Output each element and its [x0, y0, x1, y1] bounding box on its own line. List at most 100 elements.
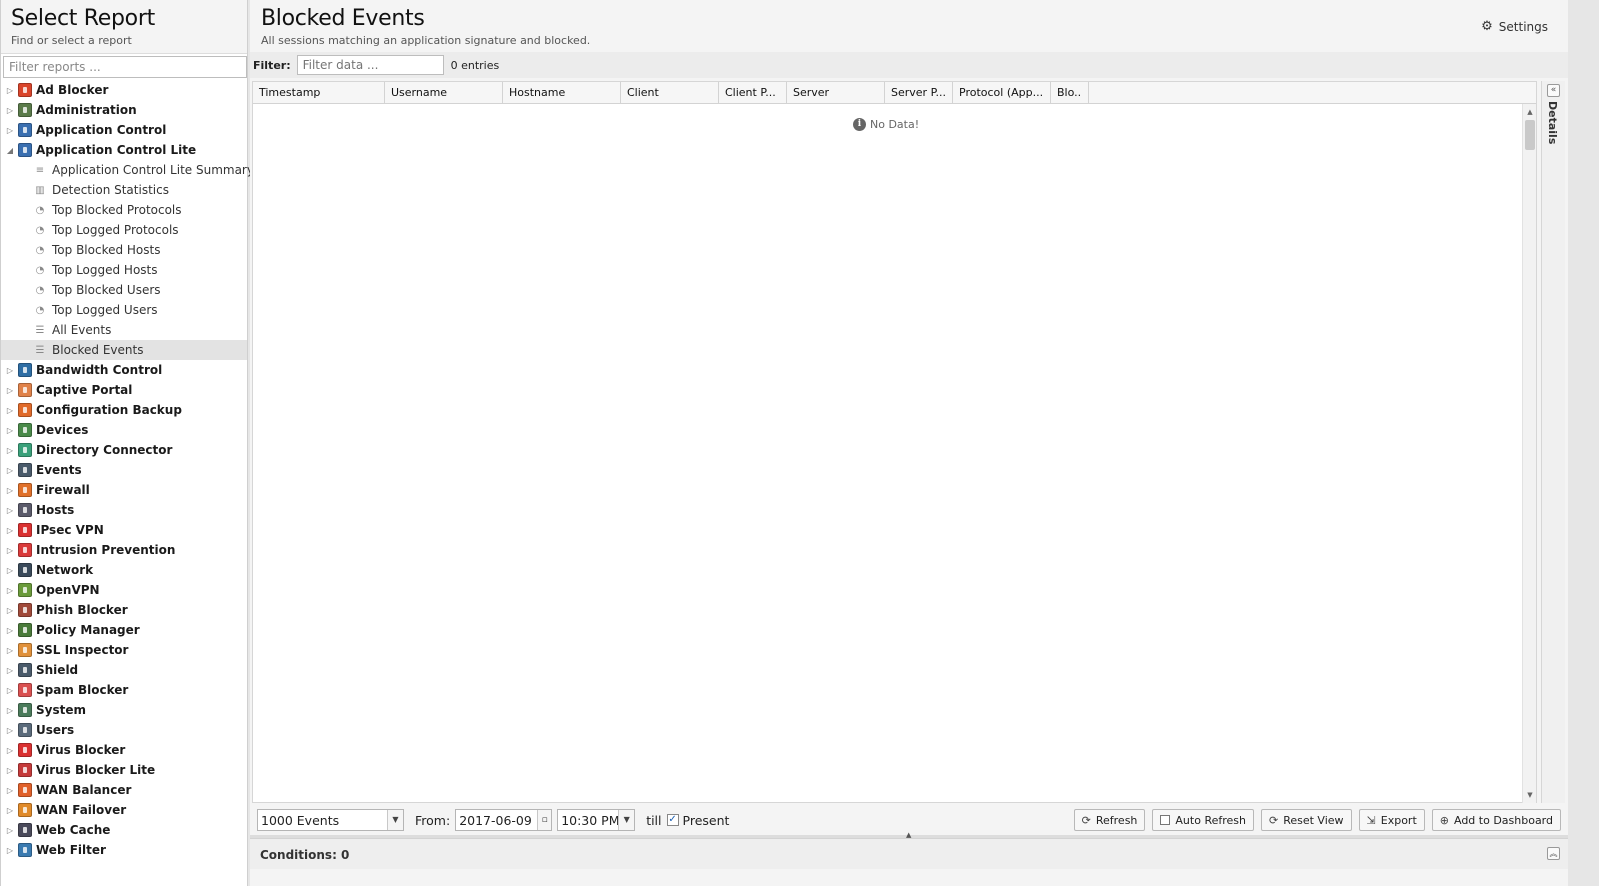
tree-app-events[interactable]: ▷ Events	[1, 460, 247, 480]
collapsed-triangle-icon[interactable]: ▷	[5, 366, 15, 375]
collapsed-triangle-icon[interactable]: ▷	[5, 406, 15, 415]
export-button[interactable]: ⇲ Export	[1358, 809, 1425, 831]
tree-app-spam-blocker[interactable]: ▷ Spam Blocker	[1, 680, 247, 700]
event-limit-select[interactable]: 1000 Events ▼	[257, 809, 404, 831]
from-time-field[interactable]: 10:30 PM ▼	[557, 809, 636, 831]
tree-report-detection-statistics[interactable]: ▥ Detection Statistics	[1, 180, 247, 200]
expand-details-icon[interactable]: «	[1547, 84, 1560, 97]
auto-refresh-button[interactable]: Auto Refresh	[1152, 809, 1254, 831]
tree-app-application-control[interactable]: ▷ Application Control	[1, 120, 247, 140]
collapsed-triangle-icon[interactable]: ▷	[5, 486, 15, 495]
collapsed-triangle-icon[interactable]: ▷	[5, 746, 15, 755]
tree-app-openvpn[interactable]: ▷ OpenVPN	[1, 580, 247, 600]
tree-app-directory-connector[interactable]: ▷ Directory Connector	[1, 440, 247, 460]
add-to-dashboard-button[interactable]: ⊕ Add to Dashboard	[1431, 809, 1561, 831]
present-checkbox[interactable]: ✓ Present	[666, 813, 729, 828]
tree-app-wan-balancer[interactable]: ▷ WAN Balancer	[1, 780, 247, 800]
tree-app-administration[interactable]: ▷ Administration	[1, 100, 247, 120]
chevron-down-icon[interactable]: ▼	[618, 810, 635, 830]
collapsed-triangle-icon[interactable]: ▷	[5, 446, 15, 455]
collapsed-triangle-icon[interactable]: ▷	[5, 766, 15, 775]
grid-body[interactable]: i No Data! ▲ ▼	[253, 104, 1536, 803]
settings-button[interactable]: ⚙ Settings	[1481, 19, 1548, 34]
tree-app-ipsec-vpn[interactable]: ▷ IPsec VPN	[1, 520, 247, 540]
collapsed-triangle-icon[interactable]: ▷	[5, 606, 15, 615]
details-panel-collapsed[interactable]: « Details	[1541, 81, 1565, 803]
scroll-thumb[interactable]	[1525, 120, 1535, 150]
tree-app-ad-blocker[interactable]: ▷ Ad Blocker	[1, 80, 247, 100]
calendar-icon[interactable]: ▫	[537, 810, 552, 830]
collapsed-triangle-icon[interactable]: ▷	[5, 726, 15, 735]
tree-app-wan-failover[interactable]: ▷ WAN Failover	[1, 800, 247, 820]
column-header[interactable]: Hostname	[503, 82, 621, 104]
collapsed-triangle-icon[interactable]: ▷	[5, 426, 15, 435]
tree-app-network[interactable]: ▷ Network	[1, 560, 247, 580]
tree-app-bandwidth-control[interactable]: ▷ Bandwidth Control	[1, 360, 247, 380]
collapsed-triangle-icon[interactable]: ▷	[5, 846, 15, 855]
tree-report-top-logged-users[interactable]: ◔ Top Logged Users	[1, 300, 247, 320]
tree-report-top-blocked-protocols[interactable]: ◔ Top Blocked Protocols	[1, 200, 247, 220]
collapsed-triangle-icon[interactable]: ▷	[5, 706, 15, 715]
collapsed-triangle-icon[interactable]: ▷	[5, 466, 15, 475]
tree-app-virus-blocker[interactable]: ▷ Virus Blocker	[1, 740, 247, 760]
tree-report-all-events[interactable]: ☰ All Events	[1, 320, 247, 340]
tree-report-blocked-events[interactable]: ☰ Blocked Events	[1, 340, 247, 360]
checkbox-checked-icon[interactable]: ✓	[666, 814, 679, 826]
tree-app-intrusion-prevention[interactable]: ▷ Intrusion Prevention	[1, 540, 247, 560]
tree-app-devices[interactable]: ▷ Devices	[1, 420, 247, 440]
collapsed-triangle-icon[interactable]: ▷	[5, 506, 15, 515]
collapsed-triangle-icon[interactable]: ▷	[5, 546, 15, 555]
column-header[interactable]: Timestamp	[253, 82, 385, 104]
collapsed-triangle-icon[interactable]: ▷	[5, 386, 15, 395]
collapsed-triangle-icon[interactable]: ▷	[5, 626, 15, 635]
column-header[interactable]: Client P...	[719, 82, 787, 104]
tree-app-phish-blocker[interactable]: ▷ Phish Blocker	[1, 600, 247, 620]
collapsed-triangle-icon[interactable]: ▷	[5, 86, 15, 95]
tree-app-ssl-inspector[interactable]: ▷ SSL Inspector	[1, 640, 247, 660]
column-header[interactable]: Server P...	[885, 82, 953, 104]
tree-app-shield[interactable]: ▷ Shield	[1, 660, 247, 680]
tree-app-firewall[interactable]: ▷ Firewall	[1, 480, 247, 500]
tree-app-system[interactable]: ▷ System	[1, 700, 247, 720]
tree-report-top-blocked-hosts[interactable]: ◔ Top Blocked Hosts	[1, 240, 247, 260]
collapsed-triangle-icon[interactable]: ▷	[5, 666, 15, 675]
tree-app-hosts[interactable]: ▷ Hosts	[1, 500, 247, 520]
tree-report-top-logged-protocols[interactable]: ◔ Top Logged Protocols	[1, 220, 247, 240]
collapsed-triangle-icon[interactable]: ▷	[5, 646, 15, 655]
expand-conditions-icon[interactable]: ︽	[1547, 847, 1560, 860]
collapsed-triangle-icon[interactable]: ▷	[5, 806, 15, 815]
tree-app-captive-portal[interactable]: ▷ Captive Portal	[1, 380, 247, 400]
collapsed-triangle-icon[interactable]: ▷	[5, 526, 15, 535]
collapsed-triangle-icon[interactable]: ▷	[5, 686, 15, 695]
tree-app-web-filter[interactable]: ▷ Web Filter	[1, 840, 247, 860]
details-label[interactable]: Details	[1546, 101, 1559, 144]
tree-app-configuration-backup[interactable]: ▷ Configuration Backup	[1, 400, 247, 420]
column-header[interactable]: Server	[787, 82, 885, 104]
report-search-input[interactable]	[3, 56, 247, 78]
collapsed-triangle-icon[interactable]: ▷	[5, 126, 15, 135]
column-header[interactable]: Username	[385, 82, 503, 104]
tree-app-policy-manager[interactable]: ▷ Policy Manager	[1, 620, 247, 640]
filter-data-input[interactable]	[296, 55, 444, 75]
tree-app-virus-blocker-lite[interactable]: ▷ Virus Blocker Lite	[1, 760, 247, 780]
column-header[interactable]: Blo..	[1051, 82, 1089, 104]
tree-app-users[interactable]: ▷ Users	[1, 720, 247, 740]
grid-scrollbar[interactable]: ▲ ▼	[1522, 104, 1536, 803]
collapsed-triangle-icon[interactable]: ▷	[5, 566, 15, 575]
refresh-button[interactable]: ⟳ Refresh	[1073, 809, 1146, 831]
column-header[interactable]: Client	[621, 82, 719, 104]
reset-view-button[interactable]: ⟳ Reset View	[1260, 809, 1352, 831]
tree-report-top-blocked-users[interactable]: ◔ Top Blocked Users	[1, 280, 247, 300]
collapsed-triangle-icon[interactable]: ▷	[5, 586, 15, 595]
collapsed-triangle-icon[interactable]: ▷	[5, 786, 15, 795]
scroll-up-arrow-icon[interactable]: ▲	[1523, 108, 1537, 116]
collapsed-triangle-icon[interactable]: ▷	[5, 826, 15, 835]
chevron-down-icon[interactable]: ▼	[387, 810, 403, 830]
tree-app-application-control-lite[interactable]: ◢ Application Control Lite	[1, 140, 247, 160]
scroll-down-arrow-icon[interactable]: ▼	[1523, 791, 1537, 799]
expanded-triangle-icon[interactable]: ◢	[5, 146, 15, 155]
tree-app-web-cache[interactable]: ▷ Web Cache	[1, 820, 247, 840]
collapsed-triangle-icon[interactable]: ▷	[5, 106, 15, 115]
column-header[interactable]: Protocol (App...	[953, 82, 1051, 104]
from-date-field[interactable]: 2017-06-09 ▫	[455, 809, 553, 831]
